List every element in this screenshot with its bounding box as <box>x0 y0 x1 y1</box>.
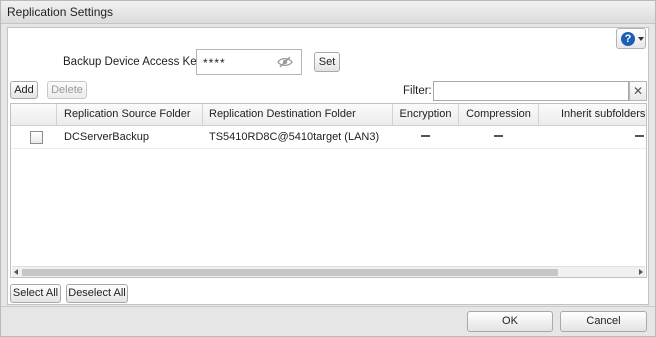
dialog-title: Replication Settings <box>7 5 114 19</box>
column-header-inherit[interactable]: Inherit subfolders' ac <box>539 104 646 125</box>
cancel-button[interactable]: Cancel <box>560 311 647 332</box>
delete-button[interactable]: Delete <box>47 81 87 99</box>
encryption-value <box>421 135 430 137</box>
scroll-left-icon[interactable] <box>14 269 18 275</box>
table-row[interactable]: DCServerBackup TS5410RD8C@5410target (LA… <box>11 126 646 149</box>
row-checkbox[interactable] <box>30 131 43 144</box>
access-key-field[interactable]: **** <box>196 49 302 75</box>
replication-settings-dialog: Replication Settings ? Backup Device Acc… <box>0 0 656 337</box>
close-icon: ✕ <box>632 84 644 98</box>
column-header-destination[interactable]: Replication Destination Folder <box>203 104 393 125</box>
replication-table: Replication Source Folder Replication De… <box>10 103 647 278</box>
destination-folder-cell: TS5410RD8C@5410target (LAN3) <box>209 131 380 143</box>
set-button[interactable]: Set <box>314 52 340 72</box>
eye-slash-icon[interactable] <box>277 56 293 68</box>
column-header-select[interactable] <box>11 104 57 125</box>
add-button[interactable]: Add <box>10 81 38 99</box>
horizontal-scrollbar[interactable] <box>12 266 645 277</box>
scrollbar-thumb[interactable] <box>22 269 558 276</box>
footer-divider <box>1 306 655 307</box>
source-folder-cell: DCServerBackup <box>64 131 149 143</box>
access-key-value: **** <box>203 56 226 70</box>
compression-value <box>494 135 503 137</box>
filter-label: Filter: <box>403 85 432 97</box>
help-icon: ? <box>621 32 635 46</box>
title-bar[interactable]: Replication Settings <box>1 1 655 24</box>
column-header-compression[interactable]: Compression <box>459 104 539 125</box>
help-button[interactable]: ? <box>616 28 646 49</box>
deselect-all-button[interactable]: Deselect All <box>66 284 128 303</box>
clear-filter-button[interactable]: ✕ <box>629 81 647 101</box>
filter-input[interactable] <box>433 81 629 101</box>
scroll-right-icon[interactable] <box>639 269 643 275</box>
chevron-down-icon <box>638 37 644 41</box>
table-header: Replication Source Folder Replication De… <box>11 104 646 126</box>
ok-button[interactable]: OK <box>467 311 553 332</box>
column-header-encryption[interactable]: Encryption <box>393 104 459 125</box>
column-header-source[interactable]: Replication Source Folder <box>57 104 203 125</box>
select-all-button[interactable]: Select All <box>10 284 61 303</box>
access-key-label: Backup Device Access Key: <box>63 56 206 68</box>
inherit-value <box>635 135 644 137</box>
